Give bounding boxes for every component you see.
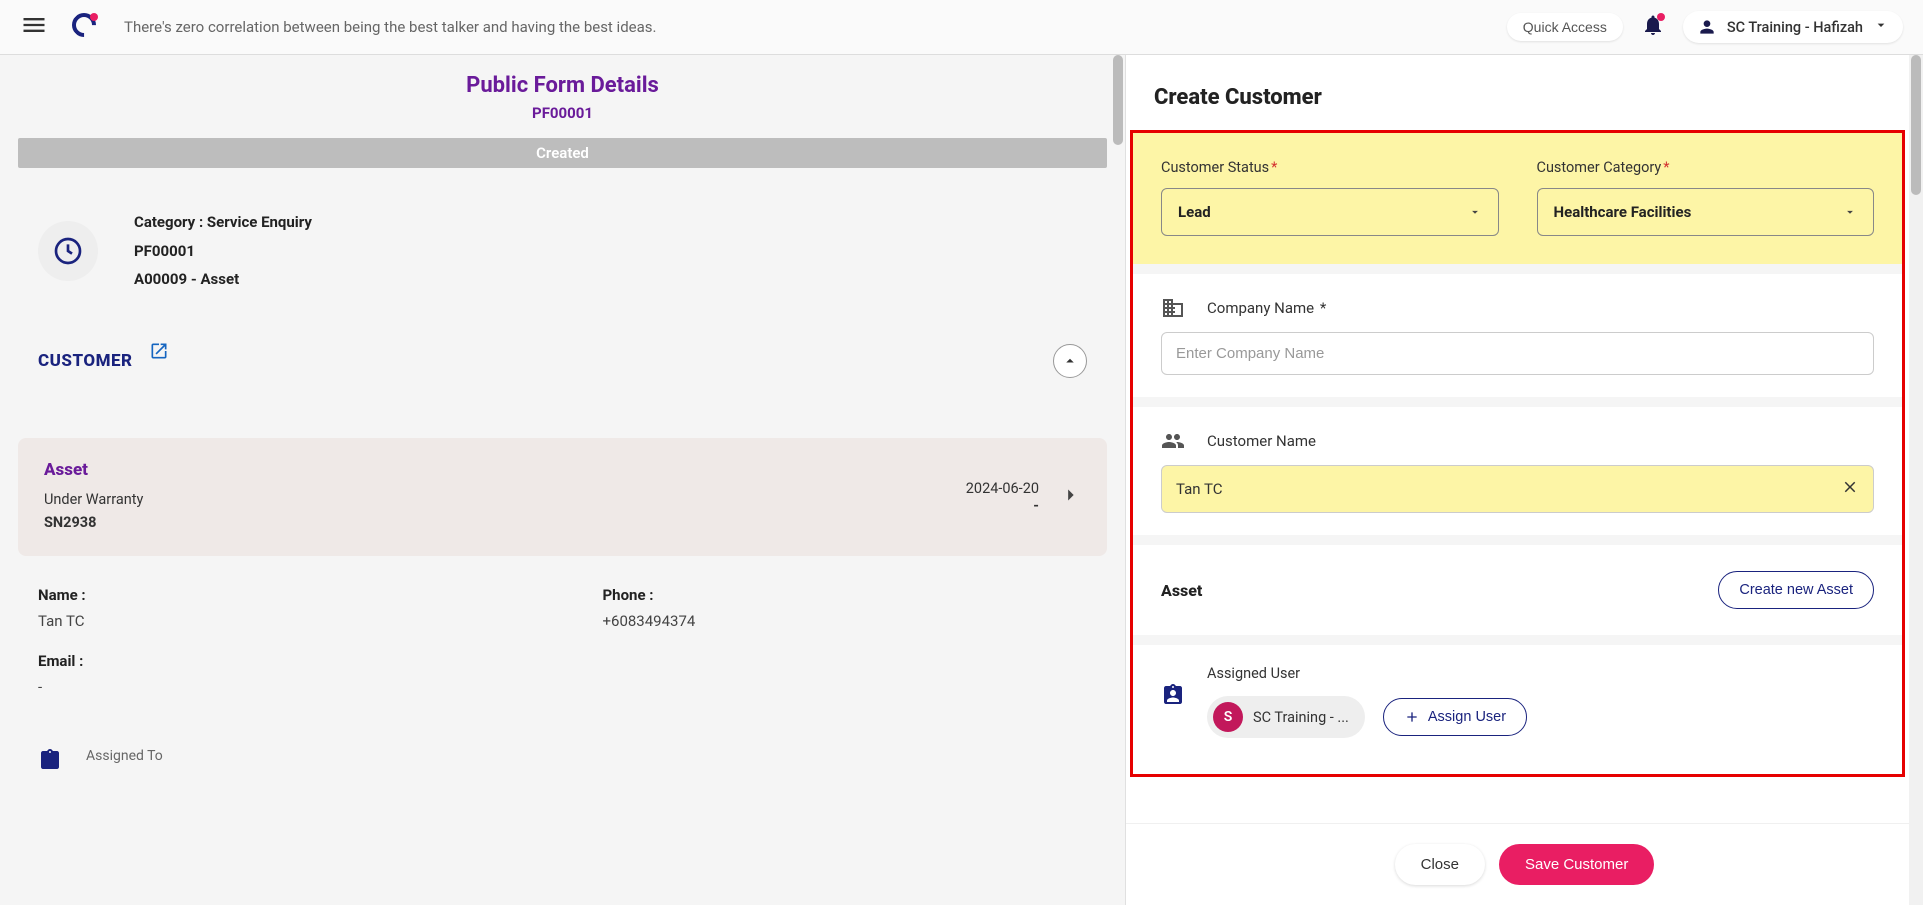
asset-section-heading: Asset [1161, 581, 1202, 600]
phone-value: +6083494374 [603, 612, 1088, 630]
asset-sn: SN2938 [44, 511, 143, 534]
chevron-up-icon [1061, 352, 1079, 370]
save-customer-button[interactable]: Save Customer [1499, 844, 1654, 885]
user-menu[interactable]: SC Training - Hafizah [1683, 11, 1903, 43]
name-label: Name : [38, 586, 523, 604]
company-name-label: Company Name * [1207, 299, 1326, 317]
form-details-panel: Public Form Details PF00001 Created Cate… [0, 55, 1125, 905]
customer-name-input[interactable]: Tan TC [1161, 465, 1874, 513]
highlighted-form-area: Customer Status* Lead Customer Category*… [1130, 130, 1905, 777]
dropdown-arrow-icon [1843, 205, 1857, 219]
customer-status-select[interactable]: Lead [1161, 188, 1499, 236]
customer-category-label: Customer Category* [1537, 159, 1875, 176]
app-header: There's zero correlation between being t… [0, 0, 1923, 55]
pf-id-line: PF00001 [134, 237, 312, 266]
assigned-to-label: Assigned To [86, 748, 163, 764]
hamburger-menu-icon[interactable] [20, 11, 48, 43]
email-label: Email : [38, 652, 523, 670]
dropdown-arrow-icon [1468, 205, 1482, 219]
scrollbar-track[interactable] [1909, 55, 1923, 905]
assigned-user-chip[interactable]: S SC Training - ... [1207, 696, 1365, 738]
asset-warranty: Under Warranty [44, 488, 143, 511]
panel-title: Create Customer [1126, 55, 1909, 130]
header-quote: There's zero correlation between being t… [124, 18, 656, 36]
company-name-input[interactable] [1161, 332, 1874, 375]
user-avatar: S [1213, 702, 1243, 732]
quick-access-button[interactable]: Quick Access [1507, 13, 1623, 41]
notification-bell-icon[interactable] [1641, 13, 1665, 41]
category-line: Category : Service Enquiry [134, 208, 312, 237]
email-value: - [38, 678, 523, 696]
create-asset-button[interactable]: Create new Asset [1718, 571, 1874, 609]
customer-section-title: CUSTOMER [38, 351, 133, 371]
app-logo[interactable] [72, 13, 100, 41]
collapse-section-button[interactable] [1053, 344, 1087, 378]
chevron-right-icon [1059, 484, 1081, 510]
asset-dash: - [966, 497, 1039, 514]
create-customer-panel: Create Customer Customer Status* Lead [1125, 55, 1923, 905]
name-value: Tan TC [38, 612, 523, 630]
user-name-label: SC Training - Hafizah [1727, 19, 1863, 36]
customer-status-label: Customer Status* [1161, 159, 1499, 176]
page-title: Public Form Details [18, 73, 1107, 98]
form-meta: Category : Service Enquiry PF00001 A0000… [134, 208, 312, 294]
chevron-down-icon [1873, 17, 1889, 37]
close-button[interactable]: Close [1395, 844, 1485, 885]
customer-name-value: Tan TC [1176, 480, 1223, 498]
people-icon [1161, 429, 1185, 453]
asset-date: 2024-06-20 [966, 480, 1039, 497]
assigned-user-icon [1161, 683, 1185, 707]
panel-footer: Close Save Customer [1126, 823, 1923, 905]
asset-card-heading: Asset [44, 460, 143, 480]
plus-icon [1404, 709, 1420, 725]
assign-user-button[interactable]: Assign User [1383, 698, 1527, 736]
notification-dot [1657, 13, 1665, 21]
scrollbar-thumb[interactable] [1911, 55, 1921, 195]
status-badge: Created [18, 138, 1107, 168]
phone-label: Phone : [603, 586, 1088, 604]
assignment-icon [38, 748, 62, 772]
scrollbar-thumb[interactable] [1113, 55, 1123, 145]
form-id: PF00001 [18, 104, 1107, 122]
open-external-icon[interactable] [149, 341, 169, 365]
clock-icon [38, 221, 98, 281]
customer-name-label: Customer Name [1207, 432, 1316, 450]
asset-card[interactable]: Asset Under Warranty SN2938 2024-06-20 - [18, 438, 1107, 556]
asset-line: A00009 - Asset [134, 265, 312, 294]
company-icon [1161, 296, 1185, 320]
customer-status-value: Lead [1178, 203, 1211, 221]
clear-customer-name-icon[interactable] [1841, 478, 1859, 500]
user-icon [1697, 17, 1717, 37]
customer-category-value: Healthcare Facilities [1554, 203, 1692, 221]
assigned-user-name: SC Training - ... [1253, 709, 1349, 726]
assigned-user-label: Assigned User [1207, 665, 1874, 682]
customer-category-select[interactable]: Healthcare Facilities [1537, 188, 1875, 236]
